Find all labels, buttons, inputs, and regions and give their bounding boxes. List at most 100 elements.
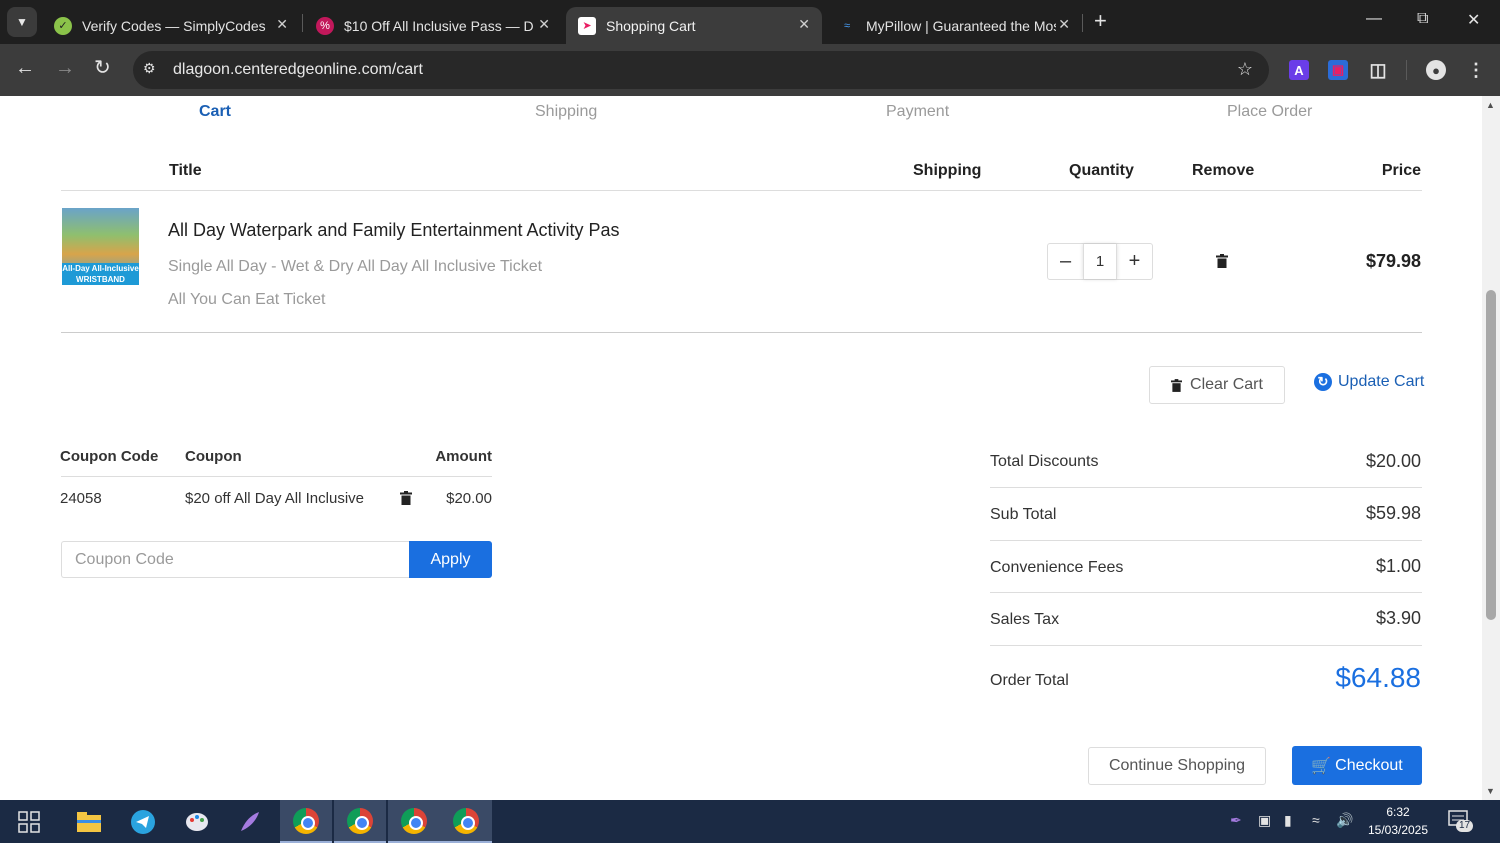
order-total-label: Order Total [990, 672, 1069, 689]
browser-tab-strip: ▼ ✓ Verify Codes — SimplyCodes ✕ % $10 O… [0, 0, 1500, 44]
checkout-button[interactable]: 🛒 Checkout [1292, 746, 1422, 785]
column-header-title: Title [169, 162, 202, 179]
trash-icon [1171, 378, 1183, 392]
close-icon[interactable]: ✕ [276, 16, 288, 33]
cart-icon: 🛒 [1311, 757, 1332, 775]
cart-page: Cart Shipping Payment Place Order Title … [0, 96, 1482, 800]
more-menu-icon[interactable]: ⋮ [1466, 60, 1486, 80]
summary-label-convenience-fees: Convenience Fees [990, 559, 1124, 576]
tray-display-icon[interactable]: ▣ [1258, 812, 1271, 829]
forward-arrow-icon[interactable]: → [55, 58, 75, 78]
tab-search-dropdown-icon[interactable]: ▼ [7, 7, 37, 37]
coupon-header-coupon: Coupon [185, 448, 242, 465]
paint-icon[interactable] [171, 800, 223, 843]
cart-favicon-icon: ➤ [578, 16, 596, 35]
refresh-icon: ↻ [1314, 373, 1332, 391]
continue-shopping-button[interactable]: Continue Shopping [1088, 747, 1266, 785]
clear-cart-button[interactable]: Clear Cart [1149, 366, 1285, 404]
quantity-stepper: – 1 + [1047, 243, 1153, 280]
scroll-up-icon[interactable]: ▲ [1486, 100, 1495, 110]
item-title[interactable]: All Day Waterpark and Family Entertainme… [168, 220, 620, 241]
tray-feather-icon[interactable]: ✒ [1230, 812, 1242, 829]
simplycodes-favicon-icon: ✓ [54, 16, 72, 35]
tab-title: $10 Off All Inclusive Pass — Da [344, 17, 534, 34]
tab-all-inclusive-pass[interactable]: % $10 Off All Inclusive Pass — Da ✕ [304, 7, 562, 44]
system-clock[interactable]: 6:32 15/03/2025 [1366, 803, 1430, 839]
close-icon[interactable]: ✕ [1058, 16, 1070, 33]
gift-extension-icon[interactable]: ▣ [1328, 60, 1348, 80]
apply-coupon-button[interactable]: Apply [409, 541, 492, 578]
step-cart[interactable]: Cart [199, 103, 231, 121]
battery-icon[interactable]: ▮ [1284, 812, 1292, 829]
bookmark-star-icon[interactable]: ☆ [1237, 59, 1253, 80]
coupon-code-value: 24058 [60, 490, 102, 507]
notification-center-icon[interactable]: 17 [1448, 810, 1474, 832]
step-payment[interactable]: Payment [886, 103, 949, 121]
close-window-icon[interactable]: ✕ [1467, 10, 1480, 30]
close-icon[interactable]: ✕ [798, 16, 810, 33]
address-bar[interactable]: ⚙ dlagoon.centeredgeonline.com/cart ☆ [133, 51, 1269, 89]
header-divider [61, 190, 1422, 191]
tab-divider [1082, 14, 1083, 32]
volume-icon[interactable]: 🔊 [1336, 812, 1353, 829]
tab-shopping-cart[interactable]: ➤ Shopping Cart ✕ [566, 7, 822, 44]
windows-taskbar: ✒ ▣ ▮ ≈ 🔊 6:32 15/03/2025 17 [0, 800, 1500, 843]
item-divider [61, 332, 1422, 333]
step-shipping[interactable]: Shipping [535, 103, 597, 121]
summary-label-sales-tax: Sales Tax [990, 611, 1060, 628]
tab-divider [302, 14, 303, 32]
column-header-remove: Remove [1192, 162, 1255, 179]
remove-item-trash-icon[interactable] [1216, 254, 1228, 268]
notification-count-badge: 17 [1456, 820, 1474, 832]
restore-icon[interactable]: ⧉ [1417, 10, 1428, 28]
close-icon[interactable]: ✕ [538, 16, 550, 33]
summary-divider [990, 487, 1422, 488]
extensions-puzzle-icon[interactable]: ◫ [1368, 60, 1388, 80]
telegram-icon[interactable] [117, 800, 169, 843]
order-total-value: $64.88 [1335, 662, 1421, 693]
feather-app-icon[interactable] [224, 800, 276, 843]
chrome-window-icon[interactable] [440, 800, 492, 843]
coupon-description: $20 off All Day All Inclusive [185, 490, 364, 507]
coupon-header-amount: Amount [435, 448, 492, 465]
start-grid-icon[interactable] [3, 800, 55, 843]
summary-divider [990, 592, 1422, 593]
wifi-icon[interactable]: ≈ [1312, 812, 1320, 828]
scrollbar-thumb[interactable] [1486, 290, 1496, 620]
chrome-window-icon[interactable] [388, 800, 440, 843]
tab-simplycodes[interactable]: ✓ Verify Codes — SimplyCodes ✕ [42, 7, 300, 44]
minimize-icon[interactable]: — [1366, 10, 1382, 28]
back-arrow-icon[interactable]: ← [15, 58, 35, 78]
coupon-code-input[interactable] [61, 541, 410, 578]
extension-a-icon[interactable]: A [1289, 60, 1309, 80]
chrome-window-icon[interactable] [280, 800, 332, 843]
page-scrollbar[interactable]: ▲ ▼ [1482, 96, 1500, 800]
file-explorer-icon[interactable] [63, 800, 115, 843]
summary-value-sub-total: $59.98 [1365, 503, 1421, 523]
mypillow-favicon-icon: ≈ [843, 19, 851, 32]
quantity-value[interactable]: 1 [1083, 244, 1117, 279]
summary-value-sales-tax: $3.90 [1375, 608, 1421, 628]
thumbnail-wristband-label: All-Day All-Inclusive WRISTBAND [62, 263, 139, 285]
remove-coupon-trash-icon[interactable] [400, 491, 412, 505]
chrome-window-icon[interactable] [334, 800, 386, 843]
step-place-order[interactable]: Place Order [1227, 103, 1312, 121]
summary-divider [990, 540, 1422, 541]
site-info-icon[interactable]: ⚙ [143, 60, 156, 77]
item-addon: All You Can Eat Ticket [168, 291, 326, 308]
url-text[interactable]: dlagoon.centeredgeonline.com/cart [173, 61, 423, 79]
decrease-quantity-button[interactable]: – [1048, 244, 1083, 279]
tab-mypillow[interactable]: ≈ MyPillow | Guaranteed the Mos ✕ [826, 7, 1082, 44]
new-tab-icon[interactable]: + [1094, 10, 1107, 32]
coupon-header-code: Coupon Code [60, 448, 159, 465]
scroll-down-icon[interactable]: ▼ [1486, 786, 1495, 796]
browser-toolbar: ← → ↻ ⚙ dlagoon.centeredgeonline.com/car… [0, 44, 1500, 96]
reload-icon[interactable]: ↻ [94, 58, 111, 78]
item-variant: Single All Day - Wet & Dry All Day All I… [168, 258, 543, 275]
profile-avatar-icon[interactable]: ● [1426, 60, 1446, 80]
increase-quantity-button[interactable]: + [1117, 244, 1152, 279]
product-thumbnail[interactable]: All-Day All-Inclusive WRISTBAND [62, 208, 139, 285]
update-cart-button[interactable]: ↻ Update Cart [1314, 373, 1424, 391]
column-header-price: Price [1381, 162, 1421, 179]
tab-title: Verify Codes — SimplyCodes [82, 17, 266, 34]
